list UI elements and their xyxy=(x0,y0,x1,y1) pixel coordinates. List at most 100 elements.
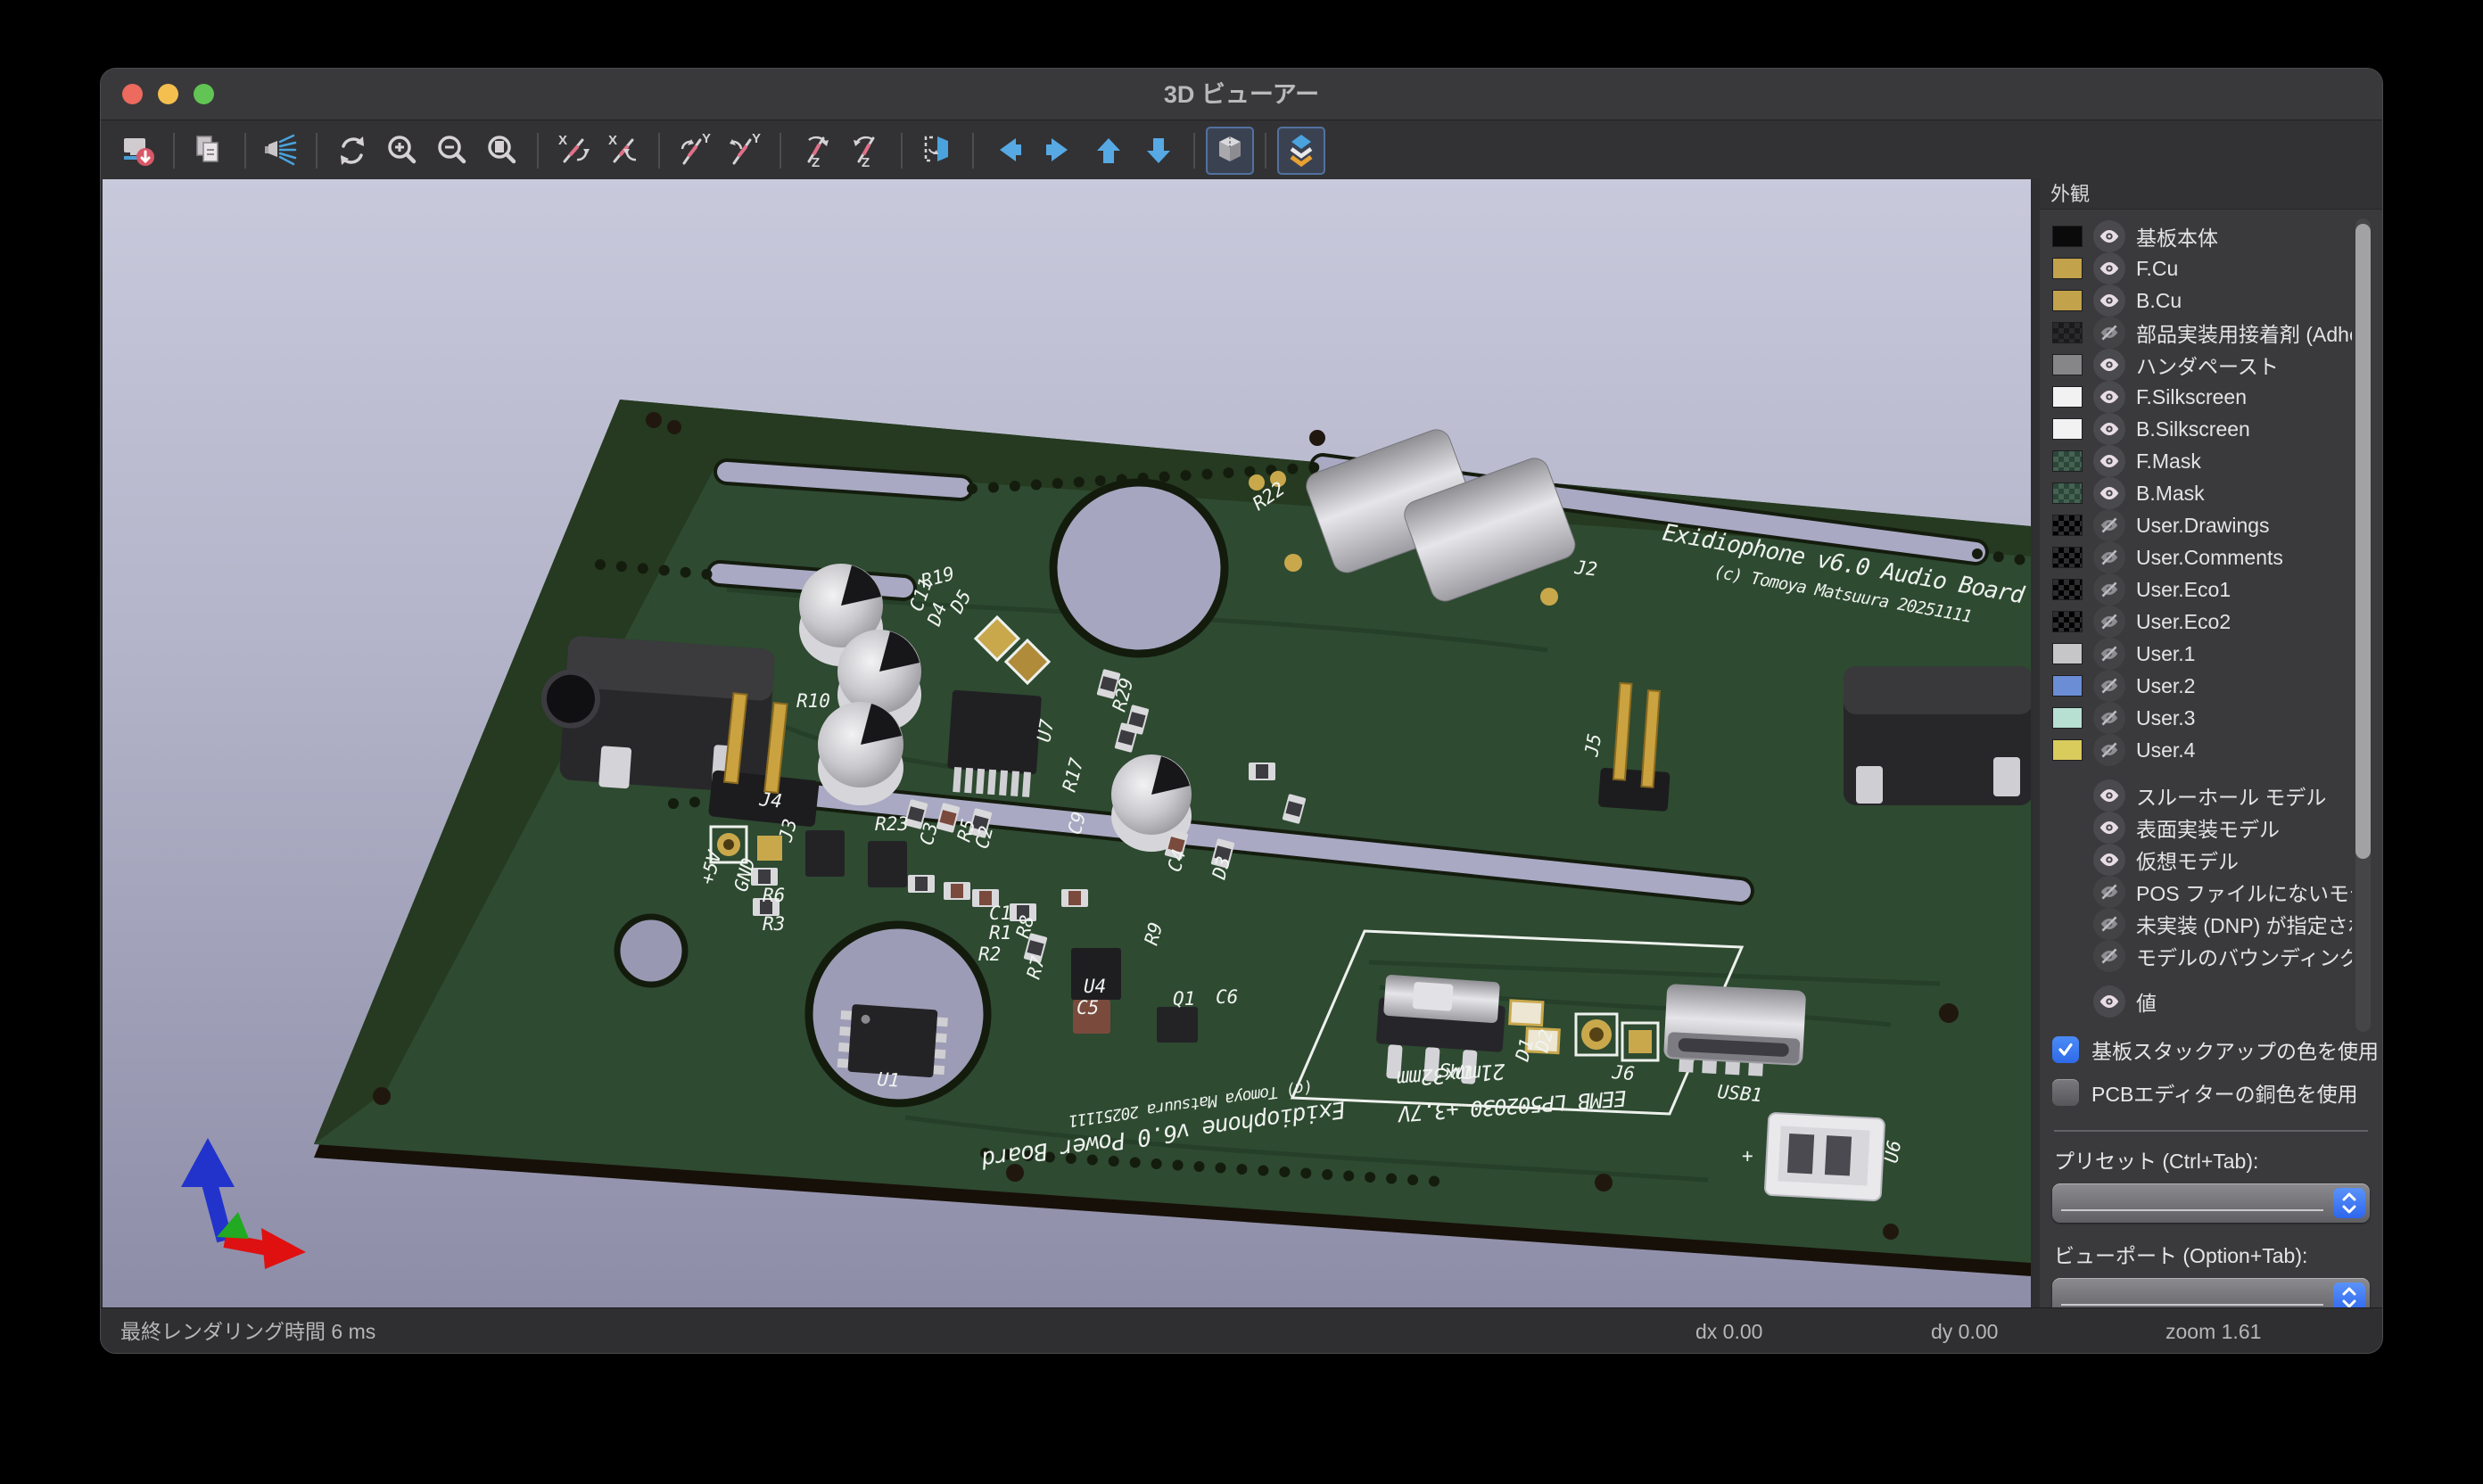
layer-color-swatch[interactable] xyxy=(2052,675,2083,697)
layer-row[interactable]: User.Eco2 xyxy=(2040,606,2352,638)
visibility-toggle[interactable] xyxy=(2093,812,2125,844)
layer-row[interactable]: スルーホール モデル xyxy=(2040,779,2352,812)
layer-row[interactable]: 基板本体 xyxy=(2040,220,2352,252)
refresh-view-button[interactable] xyxy=(328,127,376,175)
raytracing-render-button[interactable] xyxy=(257,127,305,175)
layer-row[interactable]: POS ファイルにないモデ xyxy=(2040,876,2352,908)
preset-select[interactable] xyxy=(2052,1183,2370,1223)
layer-row[interactable]: User.3 xyxy=(2040,702,2352,734)
layer-color-swatch[interactable] xyxy=(2052,547,2083,568)
sidebar-scrollbar-thumb[interactable] xyxy=(2355,224,2371,859)
visibility-toggle[interactable] xyxy=(2093,606,2125,638)
move-left-button[interactable] xyxy=(985,127,1033,175)
visibility-toggle[interactable] xyxy=(2093,876,2125,908)
3d-viewport[interactable]: R22J2R19C11D4D5R10R23U7R29R17C9U1J3R6R3C… xyxy=(103,179,2031,1307)
visibility-toggle[interactable] xyxy=(2093,541,2125,573)
layer-row[interactable]: User.1 xyxy=(2040,638,2352,670)
component-u6-connector xyxy=(1765,1113,1885,1201)
visibility-toggle[interactable] xyxy=(2093,940,2125,972)
rotate-z-clockwise-button[interactable]: Z xyxy=(792,127,840,175)
use-stackup-colors-checkbox[interactable] xyxy=(2052,1036,2079,1063)
visibility-toggle[interactable] xyxy=(2093,349,2125,381)
layer-color-swatch[interactable] xyxy=(2052,579,2083,600)
viewport-select-value xyxy=(2061,1304,2323,1306)
visibility-toggle[interactable] xyxy=(2093,220,2125,252)
layer-row[interactable]: User.4 xyxy=(2040,734,2352,766)
visibility-toggle[interactable] xyxy=(2093,985,2125,1018)
layer-row[interactable]: ハンダペースト xyxy=(2040,349,2352,381)
raytracing-icon xyxy=(261,131,301,170)
layer-row[interactable]: 仮想モデル xyxy=(2040,844,2352,876)
layer-row[interactable]: F.Silkscreen xyxy=(2040,381,2352,413)
flip-board-icon xyxy=(918,131,957,170)
move-right-button[interactable] xyxy=(1035,127,1083,175)
move-down-button[interactable] xyxy=(1134,127,1183,175)
layer-color-swatch[interactable] xyxy=(2052,290,2083,311)
zoom-to-fit-button[interactable] xyxy=(478,127,526,175)
visibility-toggle[interactable] xyxy=(2093,638,2125,670)
layer-color-swatch[interactable] xyxy=(2052,482,2083,504)
preset-select-stepper-icon[interactable] xyxy=(2333,1188,2365,1218)
layer-row[interactable]: User.Comments xyxy=(2040,541,2352,573)
layer-row[interactable]: 未実装 (DNP) が指定され xyxy=(2040,908,2352,940)
rotate-y-clockwise-button[interactable]: Y xyxy=(671,127,719,175)
layer-row[interactable]: 部品実装用接着剤 (Adhe xyxy=(2040,317,2352,349)
visibility-toggle[interactable] xyxy=(2093,844,2125,876)
layer-color-swatch[interactable] xyxy=(2052,515,2083,536)
visibility-toggle[interactable] xyxy=(2093,477,2125,509)
visibility-toggle[interactable] xyxy=(2093,381,2125,413)
flip-board-button[interactable] xyxy=(913,127,961,175)
use-pcb-editor-copper-checkbox[interactable] xyxy=(2052,1079,2079,1106)
layer-color-swatch[interactable] xyxy=(2052,739,2083,761)
layer-color-swatch[interactable] xyxy=(2052,258,2083,279)
rotate-z-counterclockwise-button[interactable]: Z xyxy=(842,127,890,175)
layer-label: B.Cu xyxy=(2136,289,2182,313)
visibility-toggle[interactable] xyxy=(2093,702,2125,734)
export-image-button[interactable] xyxy=(114,127,162,175)
layer-color-swatch[interactable] xyxy=(2052,354,2083,375)
layer-row[interactable]: User.2 xyxy=(2040,670,2352,702)
visibility-toggle[interactable] xyxy=(2093,284,2125,317)
zoom-out-button[interactable] xyxy=(428,127,476,175)
visibility-toggle[interactable] xyxy=(2093,908,2125,940)
layer-row[interactable]: モデルのバウンディング xyxy=(2040,940,2352,972)
visibility-toggle[interactable] xyxy=(2093,573,2125,606)
visibility-toggle[interactable] xyxy=(2093,413,2125,445)
visibility-toggle[interactable] xyxy=(2093,445,2125,477)
orthographic-projection-toggle[interactable] xyxy=(1206,127,1254,175)
copy-image-button[interactable] xyxy=(186,127,234,175)
visibility-toggle[interactable] xyxy=(2093,779,2125,812)
layer-color-swatch[interactable] xyxy=(2052,322,2083,343)
layer-color-swatch[interactable] xyxy=(2052,643,2083,664)
visibility-toggle[interactable] xyxy=(2093,509,2125,541)
layer-row[interactable]: 表面実装モデル xyxy=(2040,812,2352,844)
visibility-toggle[interactable] xyxy=(2093,670,2125,702)
visibility-toggle[interactable] xyxy=(2093,317,2125,349)
eye-visible-icon xyxy=(2098,482,2121,505)
layer-color-swatch[interactable] xyxy=(2052,418,2083,440)
use-pcb-editor-copper-row[interactable]: PCBエディターの銅色を使用 xyxy=(2052,1071,2370,1114)
layer-row[interactable]: B.Cu xyxy=(2040,284,2352,317)
move-up-button[interactable] xyxy=(1085,127,1133,175)
visibility-toggle[interactable] xyxy=(2093,252,2125,284)
layer-color-swatch[interactable] xyxy=(2052,450,2083,472)
layer-row[interactable]: B.Silkscreen xyxy=(2040,413,2352,445)
layer-color-swatch[interactable] xyxy=(2052,707,2083,729)
layer-row[interactable]: F.Mask xyxy=(2040,445,2352,477)
visibility-toggle[interactable] xyxy=(2093,734,2125,766)
rotate-x-counterclockwise-button[interactable]: X xyxy=(599,127,648,175)
rotate-x-clockwise-button[interactable]: X xyxy=(549,127,598,175)
zoom-in-button[interactable] xyxy=(378,127,426,175)
layer-row[interactable]: B.Mask xyxy=(2040,477,2352,509)
layer-label: POS ファイルにないモデ xyxy=(2136,877,2352,907)
layer-row[interactable]: User.Drawings xyxy=(2040,509,2352,541)
layer-row[interactable]: F.Cu xyxy=(2040,252,2352,284)
layer-row[interactable]: User.Eco1 xyxy=(2040,573,2352,606)
show-layers-toggle[interactable] xyxy=(1277,127,1325,175)
rotate-y-counterclockwise-button[interactable]: Y xyxy=(721,127,769,175)
use-stackup-colors-row[interactable]: 基板スタックアップの色を使用 xyxy=(2052,1028,2370,1071)
layer-color-swatch[interactable] xyxy=(2052,611,2083,632)
layer-color-swatch[interactable] xyxy=(2052,226,2083,247)
layer-color-swatch[interactable] xyxy=(2052,386,2083,408)
layer-row[interactable]: 値 xyxy=(2040,985,2352,1018)
